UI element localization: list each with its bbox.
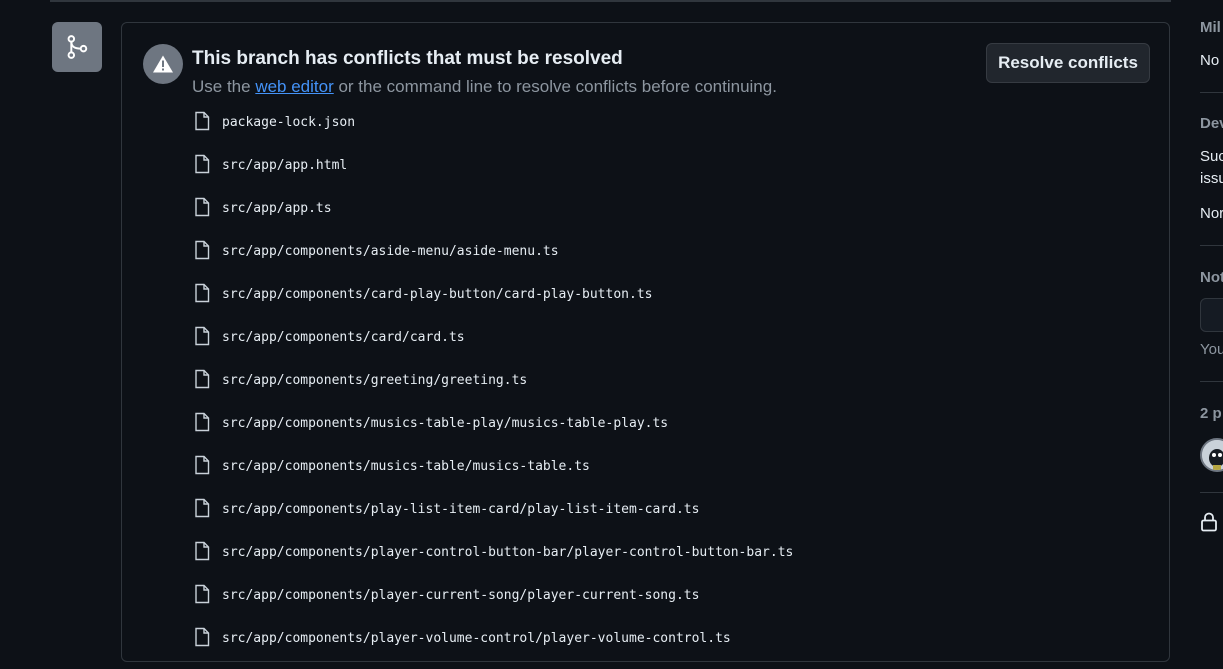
file-path: src/app/components/card-play-button/card… — [222, 287, 653, 302]
description-suffix: or the command line to resolve conflicts… — [333, 77, 777, 96]
milestone-heading[interactable]: Mil — [1200, 19, 1221, 36]
notifications-heading: Not — [1200, 269, 1223, 286]
resolve-conflicts-button[interactable]: Resolve conflicts — [986, 43, 1150, 83]
conflicting-file-item: package-lock.json — [194, 110, 793, 153]
timeline-divider — [50, 0, 1171, 2]
participants-heading: 2 p — [1200, 405, 1222, 422]
conflicting-file-item: src/app/components/play-list-item-card/p… — [194, 497, 793, 540]
conflicting-file-item: src/app/components/player-volume-control… — [194, 626, 793, 669]
file-path: src/app/components/aside-menu/aside-menu… — [222, 244, 559, 259]
sidebar-divider — [1200, 492, 1223, 493]
file-path: src/app/components/play-list-item-card/p… — [222, 502, 700, 517]
milestone-value: No — [1200, 52, 1220, 69]
conflicting-file-item: src/app/app.html — [194, 153, 793, 196]
web-editor-link[interactable]: web editor — [255, 77, 333, 96]
conflicting-file-item: src/app/components/musics-table-play/mus… — [194, 411, 793, 454]
conflicting-file-item: src/app/components/greeting/greeting.ts — [194, 368, 793, 411]
right-sidebar: Mil No Dev Suc issu Nor Not You 2 p — [1200, 0, 1223, 635]
participant-avatar[interactable] — [1200, 438, 1223, 472]
file-icon — [194, 240, 212, 260]
description-prefix: Use the — [192, 77, 256, 96]
file-path: src/app/components/card/card.ts — [222, 330, 465, 345]
file-icon — [194, 627, 212, 647]
file-path: src/app/components/musics-table-play/mus… — [222, 416, 669, 431]
subscribe-button[interactable] — [1200, 298, 1223, 332]
conflicting-file-item: src/app/app.ts — [194, 196, 793, 239]
development-text-line1: Suc — [1200, 148, 1223, 165]
file-icon — [194, 197, 212, 217]
development-value: Nor — [1200, 205, 1223, 222]
file-icon — [194, 498, 212, 518]
notifications-note: You — [1200, 341, 1223, 358]
file-icon — [194, 541, 212, 561]
conflicting-file-item: src/app/components/aside-menu/aside-menu… — [194, 239, 793, 282]
conflicting-file-item: src/app/components/card/card.ts — [194, 325, 793, 368]
file-path: src/app/components/player-current-song/p… — [222, 588, 700, 603]
conflicting-file-item: src/app/components/musics-table/musics-t… — [194, 454, 793, 497]
development-heading[interactable]: Dev — [1200, 115, 1223, 132]
sidebar-divider — [1200, 92, 1223, 93]
file-icon — [194, 412, 212, 432]
alert-icon — [143, 44, 183, 84]
lock-icon[interactable] — [1200, 512, 1218, 537]
sidebar-divider — [1200, 245, 1223, 246]
file-icon — [194, 369, 212, 389]
development-text-line2: issu — [1200, 170, 1223, 187]
file-path: src/app/components/musics-table/musics-t… — [222, 459, 590, 474]
conflicting-file-item: src/app/components/card-play-button/card… — [194, 282, 793, 325]
file-icon — [194, 326, 212, 346]
file-icon — [194, 455, 212, 475]
file-path: src/app/components/player-control-button… — [222, 545, 794, 560]
sidebar-divider — [1200, 381, 1223, 382]
git-merge-icon — [52, 22, 102, 72]
file-icon — [194, 154, 212, 174]
conflict-title: This branch has conflicts that must be r… — [192, 48, 623, 69]
conflicting-files-list: package-lock.json src/app/app.html src/app… — [194, 110, 793, 669]
conflicting-file-item: src/app/components/player-control-button… — [194, 540, 793, 583]
file-path: src/app/components/player-volume-control… — [222, 631, 731, 646]
conflict-description: Use the web editor or the command line t… — [192, 77, 777, 97]
file-icon — [194, 283, 212, 303]
file-icon — [194, 584, 212, 604]
file-icon — [194, 111, 212, 131]
file-path: src/app/components/greeting/greeting.ts — [222, 373, 528, 388]
file-path: src/app/app.ts — [222, 201, 332, 216]
merge-conflict-panel: This branch has conflicts that must be r… — [121, 22, 1170, 662]
conflicting-file-item: src/app/components/player-current-song/p… — [194, 583, 793, 626]
file-path: src/app/app.html — [222, 158, 348, 173]
file-path: package-lock.json — [222, 115, 356, 130]
